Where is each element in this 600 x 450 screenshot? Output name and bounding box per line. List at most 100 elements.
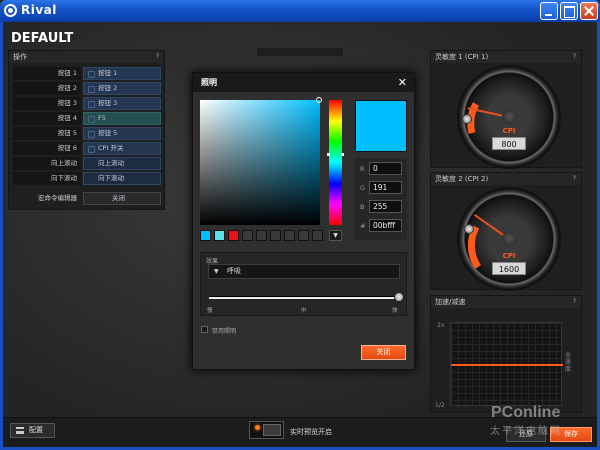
cpi2-panel: 灵敏度 2 (CPI 2) ? CPI 1600 <box>430 172 582 290</box>
chevron-down-icon: ▼ <box>214 268 219 275</box>
accel-bottom-label: 1/2 <box>435 402 445 409</box>
cpi1-unit: CPI <box>502 127 516 135</box>
button-mapping-value[interactable]: F5 <box>83 112 161 125</box>
cpi2-gauge[interactable]: CPI 1600 <box>459 189 559 289</box>
hex-label: # <box>360 222 366 230</box>
macro-toggle[interactable]: 关闭 <box>83 192 161 205</box>
preset-swatches <box>200 230 344 241</box>
saturation-value-picker[interactable] <box>200 97 322 225</box>
button-mapping-label: 按钮 1 <box>13 67 81 80</box>
color-preview-swatch <box>355 100 407 152</box>
button-mapping-row[interactable]: 按钮 1 按钮 1 <box>13 67 161 80</box>
g-row: G 191 <box>358 181 406 194</box>
accel-curve[interactable] <box>451 364 563 366</box>
button-mapping-row[interactable]: 按钮 2 按钮 2 <box>13 82 161 95</box>
sv-cursor[interactable] <box>316 97 322 103</box>
accel-top-label: 2x <box>437 322 445 329</box>
cpi1-hub <box>502 109 517 124</box>
button-mapping-row[interactable]: 向上滚动 向上滚动 <box>13 157 161 170</box>
preset-swatch[interactable] <box>200 230 211 241</box>
preset-swatch[interactable] <box>298 230 309 241</box>
b-row: B 255 <box>358 200 406 213</box>
button-mapping-value[interactable]: CPI 开关 <box>83 142 161 155</box>
button-mapping-value[interactable]: 向上滚动 <box>83 157 161 170</box>
config-label: 配置 <box>29 426 43 434</box>
preset-swatch[interactable] <box>228 230 239 241</box>
preset-swatch[interactable] <box>284 230 295 241</box>
illumination-dialog: 照明 ✕ R 0 G 191 B 255 # 00bfff ▼ 效果 ▼ 呼吸 … <box>192 72 415 370</box>
minimize-button[interactable] <box>540 2 558 20</box>
live-preview-label: 实时预览开启 <box>290 428 332 436</box>
r-input[interactable]: 0 <box>369 162 402 175</box>
preset-swatch[interactable] <box>256 230 267 241</box>
b-input[interactable]: 255 <box>369 200 402 213</box>
preset-swatch[interactable] <box>242 230 253 241</box>
cpi2-value[interactable]: 1600 <box>492 262 526 275</box>
cpi2-knob[interactable] <box>464 224 474 234</box>
button-mapping-label: 按钮 3 <box>13 97 81 110</box>
button-mapping-row[interactable]: 向下滚动 向下滚动 <box>13 172 161 185</box>
hue-marker[interactable] <box>327 153 344 156</box>
help-icon[interactable]: ? <box>571 175 578 182</box>
button-mapping-value[interactable]: 按钮 3 <box>83 97 161 110</box>
hue-slider[interactable] <box>329 100 342 225</box>
preset-dropdown-icon[interactable]: ▼ <box>329 230 342 241</box>
window-title: Rival <box>21 3 57 17</box>
accel-side-label: 全速度 <box>565 352 572 373</box>
hex-input[interactable]: 00bfff <box>369 219 402 232</box>
button-mapping-value[interactable]: 按钮 5 <box>83 127 161 140</box>
g-input[interactable]: 191 <box>369 181 402 194</box>
close-window-button[interactable] <box>580 2 598 20</box>
cpi1-title: 灵敏度 1 (CPI 1) <box>431 51 581 63</box>
cpi2-hub <box>502 231 517 246</box>
cpi1-gauge[interactable]: CPI 800 <box>459 67 559 167</box>
dialog-close-icon[interactable]: ✕ <box>398 76 407 89</box>
button-mapping-row[interactable]: 按钮 6 CPI 开关 <box>13 142 161 155</box>
help-icon[interactable]: ? <box>154 53 161 60</box>
backdrop-strip <box>257 48 343 56</box>
config-button[interactable]: 配置 <box>10 423 55 438</box>
rgb-input-group: R 0 G 191 B 255 # 00bfff <box>355 158 407 240</box>
window-titlebar: Rival <box>0 0 600 22</box>
speed-slow-label: 慢 <box>207 308 213 314</box>
disable-lighting-checkbox[interactable] <box>201 326 208 333</box>
button-mapping-value[interactable]: 按钮 1 <box>83 67 161 80</box>
accel-graph[interactable] <box>450 322 563 406</box>
watermark-subtitle: 太平洋电脑网 <box>490 426 562 437</box>
button-mapping-label: 按钮 6 <box>13 142 81 155</box>
preset-swatch[interactable] <box>270 230 281 241</box>
buttons-panel: 操作 ? 按钮 1 按钮 1 按钮 2 按钮 2 按钮 3 按钮 3 按钮 4 F5 按钮 5按… <box>8 50 165 210</box>
macro-row[interactable]: 宏命令编辑器 关闭 <box>13 192 161 205</box>
speed-mid-label: 中 <box>301 308 307 314</box>
app-body: DEFAULT 操作 ? 按钮 1 按钮 1 按钮 2 按钮 2 按钮 3 按钮 3 按钮 … <box>0 22 600 450</box>
button-mapping-label: 按钮 5 <box>13 127 81 140</box>
r-label: R <box>360 165 365 173</box>
button-mapping-row[interactable]: 按钮 3 按钮 3 <box>13 97 161 110</box>
speed-slider[interactable] <box>209 292 404 302</box>
preset-swatch[interactable] <box>312 230 323 241</box>
cpi1-knob[interactable] <box>462 114 472 124</box>
effect-section: 效果 ▼ 呼吸 慢 中 快 <box>200 252 407 316</box>
button-mapping-value[interactable]: 按钮 2 <box>83 82 161 95</box>
button-mapping-value[interactable]: 向下滚动 <box>83 172 161 185</box>
g-label: G <box>360 184 366 192</box>
maximize-button[interactable] <box>560 2 578 20</box>
live-indicator-icon <box>255 425 260 430</box>
b-label: B <box>360 203 365 211</box>
button-mapping-label: 向上滚动 <box>13 157 81 170</box>
r-row: R 0 <box>358 162 406 175</box>
speed-knob[interactable] <box>394 292 404 302</box>
live-preview-toggle[interactable] <box>249 421 284 439</box>
button-mapping-row[interactable]: 按钮 4 F5 <box>13 112 161 125</box>
help-icon[interactable]: ? <box>571 298 578 305</box>
preset-swatch[interactable] <box>214 230 225 241</box>
button-mapping-row[interactable]: 按钮 5 按钮 5 <box>13 127 161 140</box>
effect-select[interactable]: ▼ 呼吸 <box>208 264 400 279</box>
help-icon[interactable]: ? <box>571 53 578 60</box>
cpi1-value[interactable]: 800 <box>492 137 526 150</box>
dialog-ok-button[interactable]: 关闭 <box>361 345 406 360</box>
accel-panel: 加速/减速 ? 2x 1/2 全速度 <box>430 295 582 413</box>
disable-lighting-label: 禁用照明 <box>212 328 237 335</box>
watermark-brand: PConline <box>491 404 561 421</box>
cpi2-title: 灵敏度 2 (CPI 2) <box>431 173 581 185</box>
